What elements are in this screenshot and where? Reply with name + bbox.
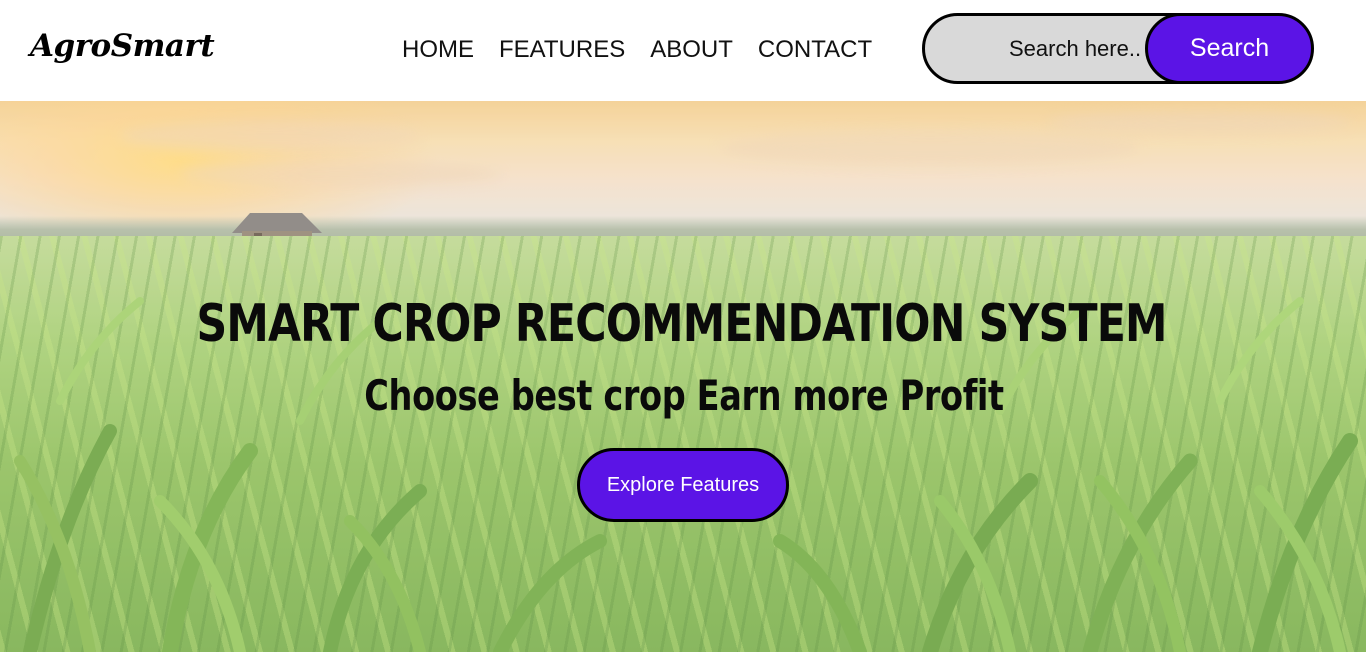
- hero-title: SMART CROP RECOMMENDATION SYSTEM: [196, 294, 1167, 354]
- nav-link-contact[interactable]: CONTACT: [758, 36, 872, 64]
- nav-link-features[interactable]: FEATURES: [499, 36, 625, 64]
- hero-section: SMART CROP RECOMMENDATION SYSTEM Choose …: [0, 101, 1366, 652]
- site-header: AgroSmart HOME FEATURES ABOUT CONTACT Se…: [0, 0, 1366, 101]
- nav-link-home[interactable]: HOME: [402, 36, 474, 64]
- main-nav: HOME FEATURES ABOUT CONTACT: [402, 34, 872, 66]
- search-bar: Search: [922, 13, 1314, 84]
- search-button[interactable]: Search: [1145, 13, 1314, 84]
- brand-logo[interactable]: AgroSmart: [30, 28, 215, 64]
- explore-features-button[interactable]: Explore Features: [577, 448, 789, 522]
- nav-link-about[interactable]: ABOUT: [650, 36, 733, 64]
- hero-subtitle: Choose best crop Earn more Profit: [364, 371, 1004, 420]
